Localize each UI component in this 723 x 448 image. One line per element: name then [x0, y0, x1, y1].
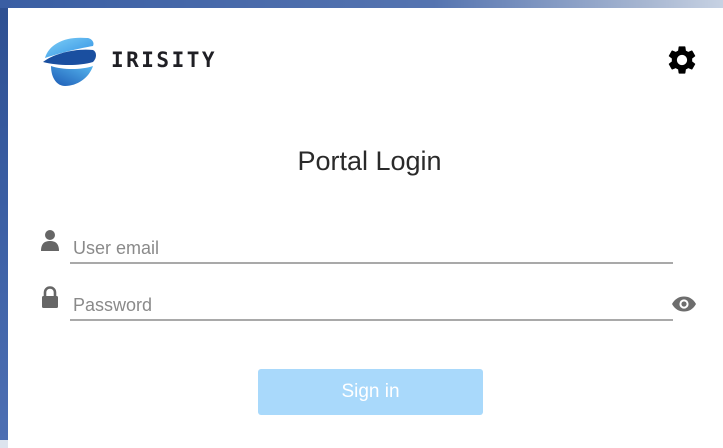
brand-name: IRISITY	[111, 48, 218, 72]
email-field[interactable]	[70, 234, 673, 264]
settings-button[interactable]	[662, 40, 702, 80]
password-field[interactable]	[70, 291, 673, 321]
eye-icon	[672, 296, 696, 312]
login-card: IRISITY Portal Login Sign in	[8, 8, 723, 448]
background-top-edge	[0, 0, 723, 8]
show-password-button[interactable]	[670, 294, 698, 314]
sign-in-button[interactable]: Sign in	[258, 369, 483, 415]
user-icon	[41, 230, 59, 251]
gear-icon	[668, 46, 696, 74]
irisity-logo-icon	[43, 37, 96, 86]
page-title: Portal Login	[297, 146, 442, 176]
background-left-edge	[0, 0, 8, 440]
brand: IRISITY	[41, 32, 217, 88]
lock-icon	[42, 286, 58, 308]
